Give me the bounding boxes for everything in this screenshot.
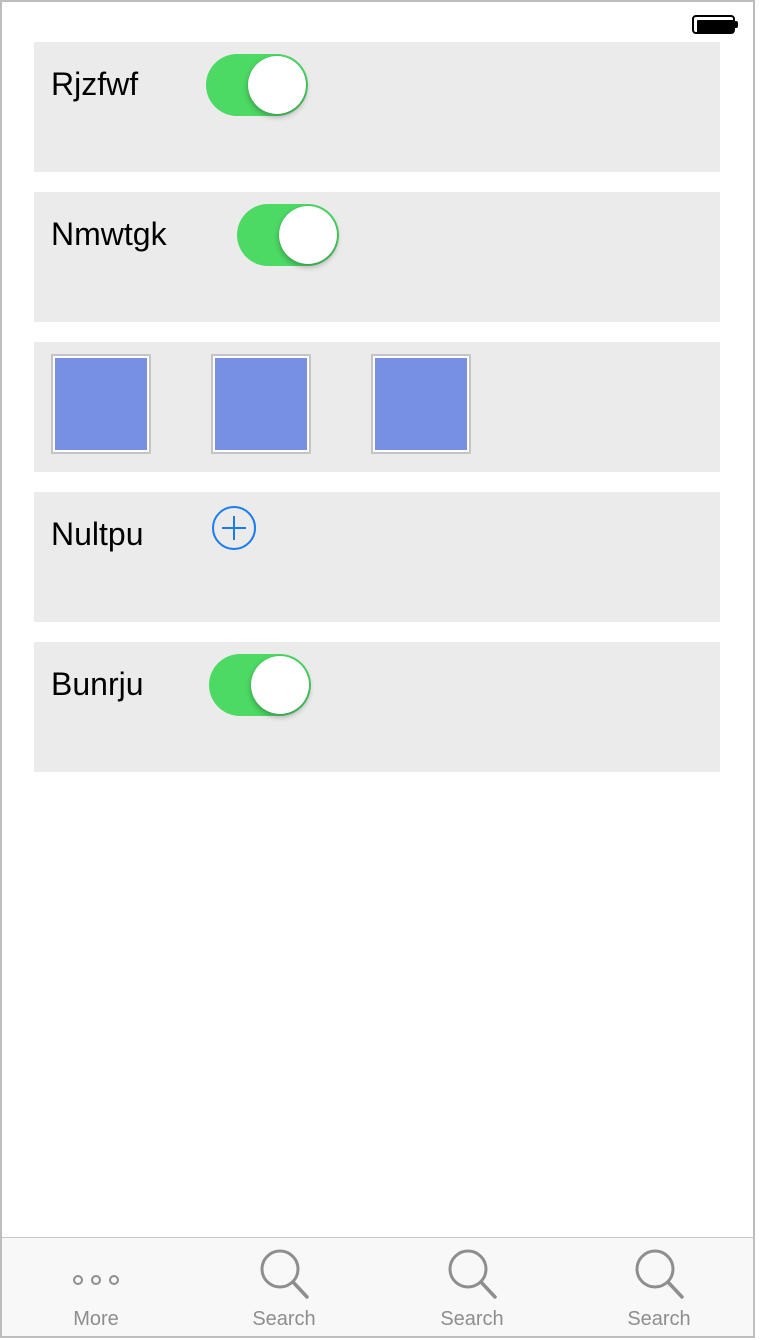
more-icon bbox=[66, 1246, 126, 1307]
toggle-switch[interactable] bbox=[237, 204, 339, 266]
thumbnail-2[interactable] bbox=[211, 354, 311, 454]
add-circle-icon[interactable] bbox=[210, 504, 258, 552]
row-label: Nmwtgk bbox=[51, 216, 167, 252]
battery-icon bbox=[692, 15, 738, 34]
search-icon bbox=[254, 1246, 314, 1307]
row-label: Nultpu bbox=[51, 516, 144, 552]
toggle-knob bbox=[251, 656, 309, 714]
row-card-nultpu: Nultpu bbox=[34, 492, 720, 622]
tab-search-3[interactable]: Search bbox=[565, 1238, 753, 1336]
tab-label: Search bbox=[440, 1308, 504, 1330]
row-label: Rjzfwf bbox=[51, 66, 139, 102]
status-bar bbox=[2, 2, 753, 42]
thumbnail-row-card bbox=[34, 342, 720, 472]
tab-label: Search bbox=[627, 1308, 691, 1330]
thumbnail-1[interactable] bbox=[51, 354, 151, 454]
row-card-rjzfwf: Rjzfwf bbox=[34, 42, 720, 172]
tab-more[interactable]: More bbox=[2, 1238, 190, 1336]
thumbnail-3[interactable] bbox=[371, 354, 471, 454]
toggle-switch[interactable] bbox=[209, 654, 311, 716]
search-icon bbox=[442, 1246, 502, 1307]
toggle-switch[interactable] bbox=[206, 54, 308, 116]
row-card-bunrju: Bunrju bbox=[34, 642, 720, 772]
tab-search-1[interactable]: Search bbox=[190, 1238, 378, 1336]
toggle-knob bbox=[248, 56, 306, 114]
phone-screen: Rjzfwf Nmwtgk Nultpu Bunrju More Search … bbox=[0, 0, 755, 1338]
tab-bar: More Search Search Search bbox=[2, 1237, 753, 1336]
row-label: Bunrju bbox=[51, 666, 144, 702]
tab-label: More bbox=[73, 1308, 119, 1330]
toggle-knob bbox=[279, 206, 337, 264]
tab-search-2[interactable]: Search bbox=[378, 1238, 566, 1336]
row-card-nmwtgk: Nmwtgk bbox=[34, 192, 720, 322]
search-icon bbox=[629, 1246, 689, 1307]
tab-label: Search bbox=[252, 1308, 316, 1330]
